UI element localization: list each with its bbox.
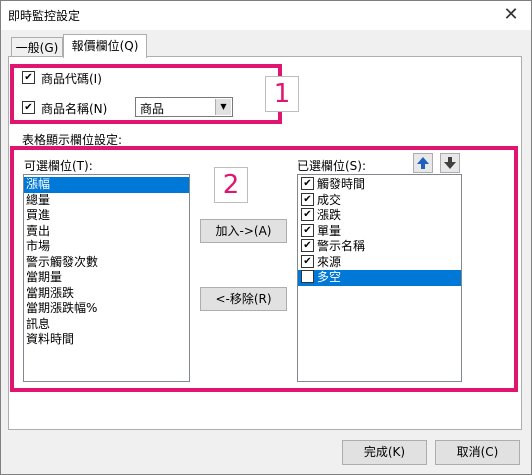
product-code-label: 商品代碼(I)	[41, 72, 102, 86]
selected-field-checkbox[interactable]: ✔	[301, 208, 314, 221]
available-field-item[interactable]: 當期量	[24, 270, 189, 286]
available-field-item[interactable]: 當期漲跌	[24, 286, 189, 302]
tab-quote-fields[interactable]: 報價欄位(Q)	[63, 34, 147, 58]
product-name-checkbox[interactable]: ✔	[22, 101, 35, 114]
selected-field-label: 來源	[317, 254, 342, 269]
selected-field-item[interactable]: ✔ 漲跌	[298, 208, 461, 224]
available-field-item[interactable]: 訊息	[24, 317, 189, 333]
close-icon[interactable]: ✕	[496, 2, 526, 28]
annotation-badge-1: 1	[265, 76, 299, 112]
remove-button[interactable]: <-移除(R)	[200, 287, 287, 311]
cancel-button[interactable]: 取消(C)	[435, 440, 520, 465]
chevron-down-icon[interactable]: ▼	[215, 99, 231, 115]
annotation-badge-2: 2	[214, 167, 248, 203]
ok-button[interactable]: 完成(K)	[342, 440, 427, 465]
available-field-item[interactable]: 警示觸發次數	[24, 255, 189, 271]
selected-field-label: 警示名稱	[317, 239, 366, 253]
available-field-item[interactable]: 總量	[24, 193, 189, 209]
selected-field-label: 多空	[317, 270, 342, 284]
selected-field-checkbox[interactable]: ✔	[301, 177, 314, 190]
tab-general[interactable]: 一般(G)	[11, 37, 63, 58]
available-field-item[interactable]: 當期漲跌幅%	[24, 301, 189, 317]
available-field-item[interactable]: 買進	[24, 208, 189, 224]
selected-field-checkbox[interactable]: ✔	[301, 239, 314, 252]
product-name-select-value: 商品	[140, 102, 165, 116]
selected-field-checkbox[interactable]: ✔	[301, 223, 314, 237]
move-down-button[interactable]	[440, 153, 460, 173]
selected-field-item[interactable]: ✔ 成交	[298, 192, 461, 209]
move-up-button[interactable]	[413, 153, 433, 173]
arrow-up-icon	[417, 157, 429, 169]
available-field-item[interactable]: 漲幅	[24, 177, 189, 193]
selected-field-checkbox[interactable]: ✔	[301, 192, 314, 206]
selected-field-checkbox[interactable]: ✔	[301, 254, 314, 268]
selected-fields-label: 已選欄位(S):	[297, 159, 367, 173]
arrow-down-icon	[444, 157, 456, 169]
available-fields-label: 可選欄位(T):	[24, 159, 93, 173]
available-field-item[interactable]: 賣出	[24, 224, 189, 240]
selected-fields-list[interactable]: ✔ 觸發時間 ✔ 成交 ✔ 漲跌 ✔ 單量 ✔ 警示名稱 ✔ 來源 ✔ 多空	[297, 174, 462, 382]
selected-field-label: 觸發時間	[317, 177, 366, 191]
selected-field-item[interactable]: ✔ 單量	[298, 223, 461, 240]
add-button[interactable]: 加入->(A)	[200, 219, 287, 243]
available-field-item[interactable]: 資料時間	[24, 332, 189, 348]
selected-field-label: 單量	[317, 223, 342, 238]
product-name-label: 商品名稱(N)	[41, 102, 108, 116]
selected-field-label: 成交	[317, 192, 342, 207]
window-title: 即時監控設定	[8, 9, 81, 23]
product-name-select[interactable]: 商品 ▼	[135, 97, 233, 117]
selected-field-item[interactable]: ✔ 警示名稱	[298, 239, 461, 255]
product-code-checkbox[interactable]: ✔	[22, 71, 35, 84]
selected-field-label: 漲跌	[317, 208, 342, 222]
selected-field-checkbox[interactable]: ✔	[301, 270, 314, 283]
selected-field-item[interactable]: ✔ 觸發時間	[298, 177, 461, 193]
selected-field-item[interactable]: ✔ 來源	[298, 254, 461, 271]
available-field-item[interactable]: 市場	[24, 239, 189, 255]
selected-field-item[interactable]: ✔ 多空	[298, 270, 461, 286]
available-fields-list[interactable]: 漲幅 總量 買進 賣出 市場 警示觸發次數 當期量 當期漲跌 當期漲跌幅% 訊息 資料時間	[23, 174, 190, 382]
